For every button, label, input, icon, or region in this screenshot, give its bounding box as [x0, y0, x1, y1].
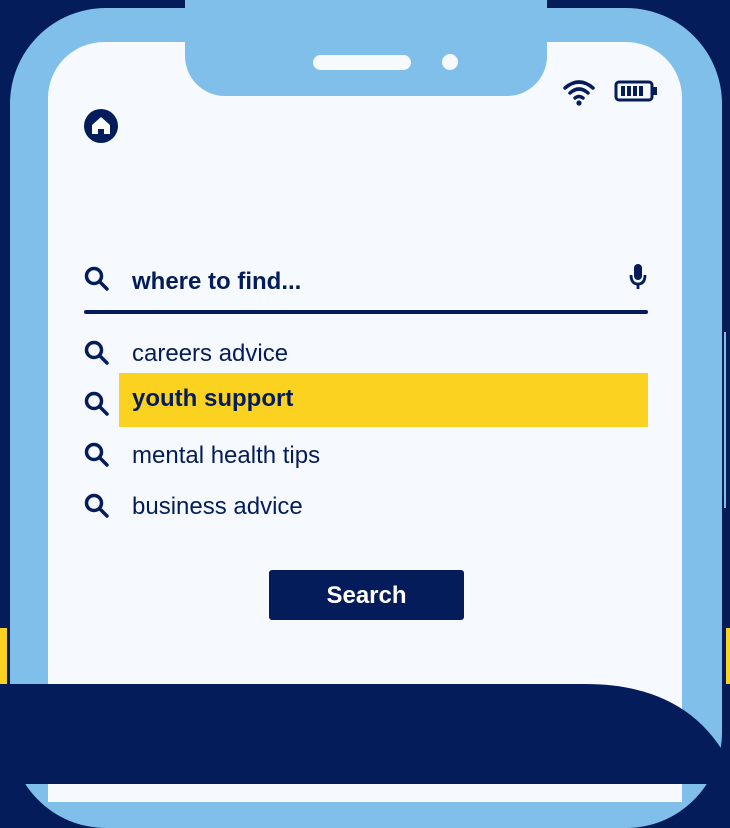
front-camera — [442, 54, 458, 70]
search-button[interactable]: Search — [269, 570, 464, 620]
home-icon[interactable] — [84, 109, 118, 148]
decorative-accent — [726, 628, 730, 684]
search-icon — [84, 340, 110, 371]
frame-edge — [724, 332, 726, 508]
search-bar[interactable]: where to find... — [84, 258, 648, 314]
wifi-icon — [562, 78, 596, 111]
suggestion-item[interactable]: business advice — [84, 483, 648, 531]
phone-notch — [185, 0, 547, 96]
search-icon — [84, 266, 110, 297]
search-underline — [84, 310, 648, 314]
suggestion-item-highlighted[interactable]: youth support — [84, 373, 648, 427]
speaker-slot — [313, 55, 411, 70]
suggestion-item[interactable]: mental health tips — [84, 432, 648, 480]
suggestion-item[interactable]: careers advice — [84, 330, 648, 378]
search-icon — [84, 391, 110, 422]
search-icon — [84, 442, 110, 473]
suggestion-label: youth support — [132, 385, 294, 412]
decorative-accent — [0, 628, 7, 684]
microphone-icon[interactable] — [627, 262, 649, 297]
suggestion-label: careers advice — [132, 340, 289, 367]
suggestion-label: business advice — [132, 493, 303, 520]
search-query[interactable]: where to find... — [132, 268, 301, 296]
suggestion-label: mental health tips — [132, 442, 321, 469]
battery-icon — [614, 80, 658, 107]
search-icon — [84, 493, 110, 524]
decorative-wave — [0, 684, 730, 784]
